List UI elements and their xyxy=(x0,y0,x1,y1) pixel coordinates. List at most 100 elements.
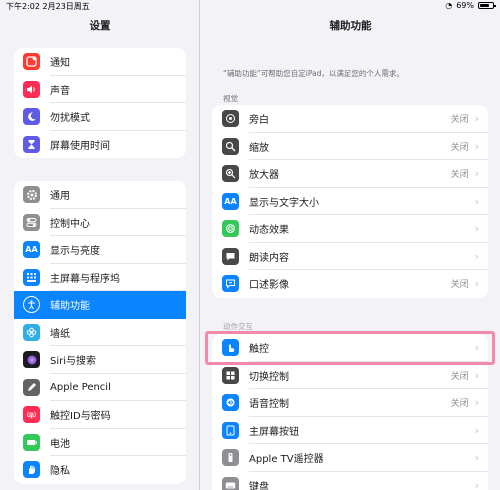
row-spoken-content[interactable]: 朗读内容 › xyxy=(212,243,488,271)
sidebar-item-control-center[interactable]: 控制中心 xyxy=(14,209,186,237)
row-value: 关闭 xyxy=(450,280,469,291)
section-header-vision: 视觉 xyxy=(223,94,238,103)
voiceover-icon xyxy=(222,110,239,128)
sidebar-item-label: 显示与亮度 xyxy=(50,246,100,258)
chevron-right-icon: › xyxy=(474,167,479,181)
chevron-right-icon: › xyxy=(474,222,479,236)
status-date-text: 2月23日周五 xyxy=(42,2,90,11)
sidebar-item-label: 通知 xyxy=(50,58,70,70)
row-label: 主屏幕按钮 xyxy=(249,426,299,438)
row-zoom[interactable]: 缩放 关闭 › xyxy=(212,133,488,161)
sidebar-item-notifications[interactable]: 通知 xyxy=(14,48,186,76)
sidebar-title: 设置 xyxy=(89,20,111,32)
main-panel: ◔ 69% 辅助功能 “辅助功能”可帮助您自定iPad，以满足您的个人需求。 视… xyxy=(201,0,500,490)
row-motion[interactable]: 动态效果 › xyxy=(212,215,488,243)
chevron-right-icon: › xyxy=(474,396,479,410)
row-label: 切换控制 xyxy=(249,371,289,383)
page-title: 辅助功能 xyxy=(329,20,372,32)
sidebar-item-label: 声音 xyxy=(50,85,70,97)
chevron-right-icon: › xyxy=(474,112,479,126)
siri-icon xyxy=(23,351,40,369)
hand-icon xyxy=(23,461,40,479)
sidebar-item-label: 屏幕使用时间 xyxy=(50,140,110,152)
row-switch-control[interactable]: 切换控制 关闭 › xyxy=(212,362,488,390)
home-button-icon xyxy=(222,421,239,439)
fingerprint-icon xyxy=(23,406,40,424)
sidebar-item-siri[interactable]: Siri与搜索 xyxy=(14,346,186,374)
magnifier-icon xyxy=(222,165,239,183)
flower-icon xyxy=(23,323,40,341)
row-home-button[interactable]: 主屏幕按钮 › xyxy=(212,417,488,445)
row-apple-tv-remote[interactable]: Apple TV遥控器 › xyxy=(212,444,488,472)
moon-icon xyxy=(23,108,40,126)
sidebar-item-do-not-disturb[interactable]: 勿扰模式 xyxy=(14,103,186,131)
vision-group: 旁白 关闭 › 缩放 关闭 › 放大器 关闭 › AA 显示与文字大小 › 动态… xyxy=(212,105,488,298)
sidebar-item-home-screen[interactable]: 主屏幕与程序坞 xyxy=(14,264,186,292)
sidebar-item-wallpaper[interactable]: 墙纸 xyxy=(14,319,186,347)
chevron-right-icon: › xyxy=(474,341,479,355)
grid-icon xyxy=(23,268,40,286)
sidebar-item-privacy[interactable]: 隐私 xyxy=(14,456,186,484)
sound-icon xyxy=(23,80,40,98)
row-display-text-size[interactable]: AA 显示与文字大小 › xyxy=(212,188,488,216)
chevron-right-icon: › xyxy=(474,194,479,208)
sidebar-item-label: 通用 xyxy=(50,191,70,203)
chevron-right-icon: › xyxy=(474,139,479,153)
wifi-icon: ◔ xyxy=(445,1,453,10)
sidebar-item-touch-id[interactable]: 触控ID与密码 xyxy=(14,401,186,429)
row-touch[interactable]: 触控 › xyxy=(212,334,488,362)
row-value: 关闭 xyxy=(450,399,469,410)
hourglass-icon xyxy=(23,135,40,153)
sidebar-item-sounds[interactable]: 声音 xyxy=(14,76,186,104)
sidebar-item-label: 控制中心 xyxy=(50,218,90,230)
status-time: 下午2:02 2月23日周五 xyxy=(6,1,90,12)
sidebar-item-general[interactable]: 通用 xyxy=(14,181,186,209)
switch-control-icon xyxy=(222,366,239,384)
touch-icon xyxy=(222,339,239,357)
row-label: 口述影像 xyxy=(249,280,289,292)
row-magnifier[interactable]: 放大器 关闭 › xyxy=(212,160,488,188)
sidebar-item-label: 主屏幕与程序坞 xyxy=(50,273,120,285)
row-label: 朗读内容 xyxy=(249,252,289,264)
status-time-text: 下午2:02 xyxy=(6,2,40,11)
toggles-icon xyxy=(23,213,40,231)
sidebar-item-battery[interactable]: 电池 xyxy=(14,429,186,457)
row-label: 放大器 xyxy=(249,170,279,182)
sidebar: 下午2:02 2月23日周五 设置 通知 声音 勿扰模式 屏幕使用时间 通用 控… xyxy=(0,0,200,490)
chevron-right-icon: › xyxy=(474,249,479,263)
sidebar-item-apple-pencil[interactable]: Apple Pencil xyxy=(14,374,186,402)
battery-icon xyxy=(23,433,40,451)
sidebar-item-display[interactable]: AA 显示与亮度 xyxy=(14,236,186,264)
chevron-right-icon: › xyxy=(474,423,479,437)
sidebar-item-screen-time[interactable]: 屏幕使用时间 xyxy=(14,131,186,159)
speech-icon xyxy=(222,247,239,265)
row-label: 语音控制 xyxy=(249,399,289,411)
chevron-right-icon: › xyxy=(474,277,479,291)
gear-icon xyxy=(23,186,40,204)
row-value: 关闭 xyxy=(450,115,469,126)
sidebar-item-accessibility[interactable]: 辅助功能 xyxy=(14,291,186,319)
row-label: 缩放 xyxy=(249,142,269,154)
page-description: “辅助功能”可帮助您自定iPad，以满足您的个人需求。 xyxy=(223,69,404,78)
row-voice-control[interactable]: 语音控制 关闭 › xyxy=(212,389,488,417)
row-audio-descriptions[interactable]: 口述影像 关闭 › xyxy=(212,270,488,298)
sidebar-item-label: 墙纸 xyxy=(50,328,70,340)
remote-icon xyxy=(222,449,239,467)
section-header-interaction: 动作交互 xyxy=(223,322,253,331)
row-value: 关闭 xyxy=(450,371,469,382)
accessibility-icon xyxy=(23,296,40,314)
row-keyboard[interactable]: 键盘 › xyxy=(212,472,488,490)
display-icon: AA xyxy=(23,241,40,259)
sidebar-group-2: 通用 控制中心 AA 显示与亮度 主屏幕与程序坞 辅助功能 墙纸 Siri与搜索… xyxy=(14,181,186,484)
row-label: 动态效果 xyxy=(249,225,289,237)
voice-control-icon xyxy=(222,394,239,412)
sidebar-group-1: 通知 声音 勿扰模式 屏幕使用时间 xyxy=(14,48,186,158)
row-label: 键盘 xyxy=(249,481,269,490)
audio-description-icon xyxy=(222,275,239,293)
row-label: 显示与文字大小 xyxy=(249,197,319,209)
text-size-icon: AA xyxy=(222,192,239,210)
chevron-right-icon: › xyxy=(474,478,479,490)
row-voiceover[interactable]: 旁白 关闭 › xyxy=(212,105,488,133)
row-label: 触控 xyxy=(249,344,269,356)
row-value: 关闭 xyxy=(450,142,469,153)
